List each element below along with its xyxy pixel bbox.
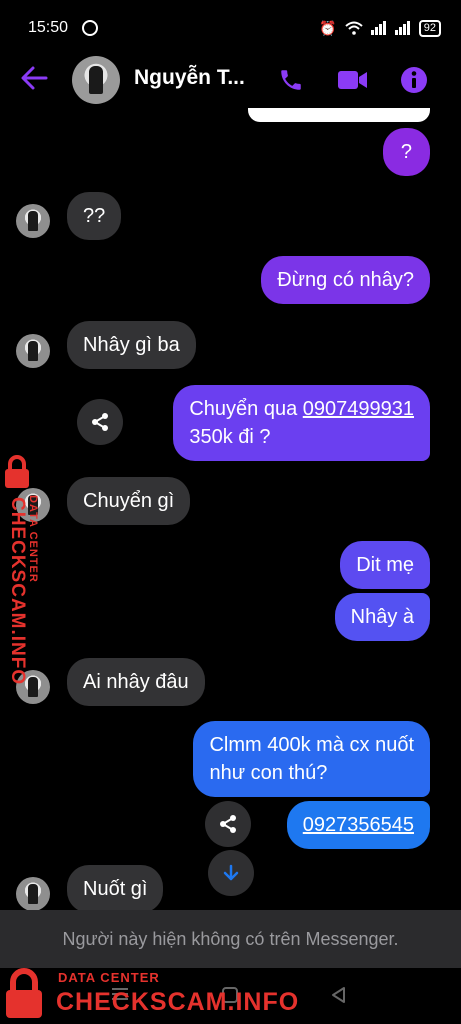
contact-avatar-small (16, 334, 50, 368)
arrow-left-icon (21, 66, 48, 90)
message-bubble-outgoing[interactable]: Clmm 400k mà cx nuốt như con thú? (193, 721, 430, 797)
info-button[interactable] (396, 62, 432, 98)
message-bubble-incoming[interactable]: Ai nhây đâu (67, 658, 205, 706)
video-camera-icon (338, 71, 367, 89)
contact-avatar-small (16, 204, 50, 238)
message-line: như con thú? (209, 762, 328, 784)
phone-number-link[interactable]: 0927356545 (303, 814, 414, 836)
message-bubble-outgoing[interactable]: Nhây à (334, 593, 430, 641)
signal-icon (370, 21, 386, 35)
messenger-notification-icon (82, 20, 99, 36)
back-nav-button[interactable] (330, 986, 348, 1009)
triangle-back-icon (332, 987, 345, 1003)
lock-icon (5, 455, 29, 488)
message-bubble-outgoing[interactable]: 0927356545 (286, 801, 430, 849)
message-bubble-outgoing[interactable]: Dit mẹ (340, 541, 430, 589)
message-line: Chuyển qua 0907499931 (189, 395, 414, 423)
message-bubble-outgoing[interactable]: ? (382, 128, 430, 176)
watermark-bottom: DATA CENTER CHECKSCAM.INFO (0, 964, 300, 1024)
phone-icon (281, 70, 301, 90)
watermark-small-text: DATA CENTER (58, 970, 160, 985)
back-button[interactable] (20, 64, 52, 96)
message-bubble-outgoing[interactable]: Đừng có nhây? (261, 256, 430, 304)
contact-avatar[interactable] (72, 56, 120, 104)
voice-call-button[interactable] (273, 62, 309, 98)
message-line: Clmm 400k mà cx nuốt (209, 734, 414, 756)
signal-icon-2 (394, 21, 410, 35)
scroll-to-bottom-button[interactable] (208, 850, 254, 896)
watermark-vertical: CHECKSCAM.INFO DATA CENTER (0, 455, 40, 685)
contact-name[interactable]: Nguyễn T... (134, 66, 245, 90)
watermark-big-text: CHECKSCAM.INFO (7, 497, 28, 686)
watermark-big-text: CHECKSCAM.INFO (56, 988, 300, 1016)
status-time: 15:50 (28, 19, 69, 36)
battery-indicator: 92 (418, 19, 441, 37)
unavailable-notice: Người này hiện không có trên Messenger. (0, 910, 461, 968)
message-line: 350k đi ? (189, 426, 271, 448)
info-icon (401, 67, 427, 93)
status-bar: 15:50 ⏰ 92 (0, 0, 461, 56)
share-icon (220, 815, 236, 833)
contact-avatar-small (16, 877, 50, 911)
alarm-icon: ⏰ (319, 19, 337, 36)
phone-number-link[interactable]: 0907499931 (303, 398, 414, 420)
wifi-icon (345, 21, 363, 35)
share-icon (92, 413, 108, 431)
arrow-down-icon (223, 864, 239, 881)
lock-icon (6, 968, 42, 1018)
message-bubble-outgoing[interactable]: Chuyển qua 0907499931 350k đi ? (173, 385, 430, 461)
previous-message-card (248, 108, 430, 122)
status-icons: ⏰ 92 (319, 19, 441, 37)
share-button[interactable] (205, 801, 251, 847)
message-bubble-incoming[interactable]: Nuốt gì (67, 865, 164, 913)
message-bubble-incoming[interactable]: Nhây gì ba (67, 321, 196, 369)
video-call-button[interactable] (335, 62, 371, 98)
message-text: Chuyển qua (189, 398, 303, 420)
message-bubble-incoming[interactable]: ?? (67, 192, 122, 240)
watermark-small-text: DATA CENTER (27, 495, 39, 583)
share-button[interactable] (77, 399, 123, 445)
message-bubble-incoming[interactable]: Chuyển gì (67, 477, 191, 525)
